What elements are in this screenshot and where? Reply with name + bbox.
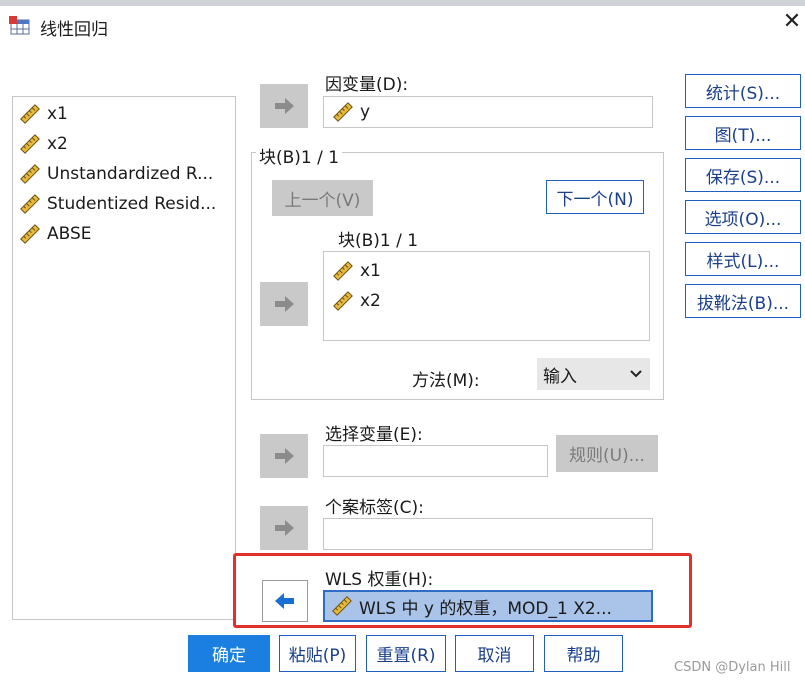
save-button[interactable]: 保存(S)...: [685, 158, 801, 192]
method-value: 输入: [543, 366, 577, 387]
block-inner-header: 块(B)1 / 1: [338, 231, 419, 251]
move-to-dependent-button[interactable]: [260, 84, 308, 128]
title-bar: [0, 6, 805, 44]
block-header: 块(B)1 / 1: [256, 143, 343, 168]
variable-label: ABSE: [47, 224, 92, 244]
window-title: 线性回归: [40, 20, 108, 40]
ok-button[interactable]: 确定: [188, 635, 270, 672]
highlight-box: [233, 553, 692, 628]
case-labels-label: 个案标签(C):: [325, 498, 424, 518]
independent-label: x1: [360, 261, 381, 281]
dependent-label: 因变量(D):: [325, 75, 409, 95]
dependent-value: y: [360, 102, 371, 122]
ruler-icon: [20, 194, 40, 214]
close-icon[interactable]: ✕: [780, 10, 804, 34]
independent-label: x2: [360, 291, 381, 311]
move-to-independent-button[interactable]: [260, 282, 308, 326]
regression-app-icon: [9, 14, 31, 36]
list-item[interactable]: ABSE: [19, 221, 92, 247]
arrow-right-icon: [275, 296, 294, 312]
ruler-icon: [333, 291, 353, 311]
method-label: 方法(M):: [412, 371, 480, 391]
method-select[interactable]: 输入: [537, 358, 650, 390]
selection-label: 选择变量(E):: [325, 425, 423, 445]
variable-list[interactable]: x1 x2 Unstandardized R... Studentized Re…: [12, 96, 236, 620]
options-button[interactable]: 选项(O)...: [685, 200, 801, 234]
statistics-button[interactable]: 统计(S)...: [685, 74, 801, 108]
watermark: CSDN @Dylan Hill: [674, 660, 791, 675]
ruler-icon: [333, 102, 353, 122]
next-block-button[interactable]: 下一个(N): [546, 180, 644, 214]
list-item[interactable]: Studentized Resid...: [19, 191, 216, 217]
list-item[interactable]: x2: [19, 131, 68, 157]
move-to-selection-button[interactable]: [260, 434, 308, 478]
cancel-button[interactable]: 取消: [455, 635, 534, 672]
reset-button[interactable]: 重置(R): [366, 635, 446, 672]
ruler-icon: [20, 164, 40, 184]
move-to-case-labels-button[interactable]: [260, 506, 308, 550]
ruler-icon: [20, 104, 40, 124]
selection-field[interactable]: [323, 445, 548, 477]
variable-label: x1: [47, 104, 68, 124]
variable-label: Unstandardized R...: [47, 164, 214, 184]
bootstrap-button[interactable]: 拔靴法(B)...: [685, 284, 801, 318]
variable-label: Studentized Resid...: [47, 194, 217, 214]
arrow-right-icon: [275, 448, 294, 464]
rule-button[interactable]: 规则(U)...: [556, 435, 658, 472]
variable-label: x2: [47, 134, 68, 154]
ruler-icon: [20, 134, 40, 154]
list-item[interactable]: x2: [332, 288, 381, 314]
ruler-icon: [20, 224, 40, 244]
independent-list[interactable]: x1 x2: [323, 251, 650, 341]
list-item[interactable]: Unstandardized R...: [19, 161, 213, 187]
previous-block-button[interactable]: 上一个(V): [272, 180, 373, 216]
dependent-field[interactable]: y: [323, 96, 653, 128]
chevron-down-icon: [630, 370, 642, 378]
arrow-right-icon: [275, 98, 294, 114]
arrow-right-icon: [275, 520, 294, 536]
paste-button[interactable]: 粘贴(P): [279, 635, 356, 672]
ruler-icon: [333, 261, 353, 281]
list-item[interactable]: x1: [332, 258, 381, 284]
help-button[interactable]: 帮助: [544, 635, 623, 672]
list-item[interactable]: x1: [19, 101, 68, 127]
case-labels-field[interactable]: [323, 518, 653, 550]
style-button[interactable]: 样式(L)...: [685, 242, 801, 276]
plots-button[interactable]: 图(T)...: [685, 116, 801, 150]
